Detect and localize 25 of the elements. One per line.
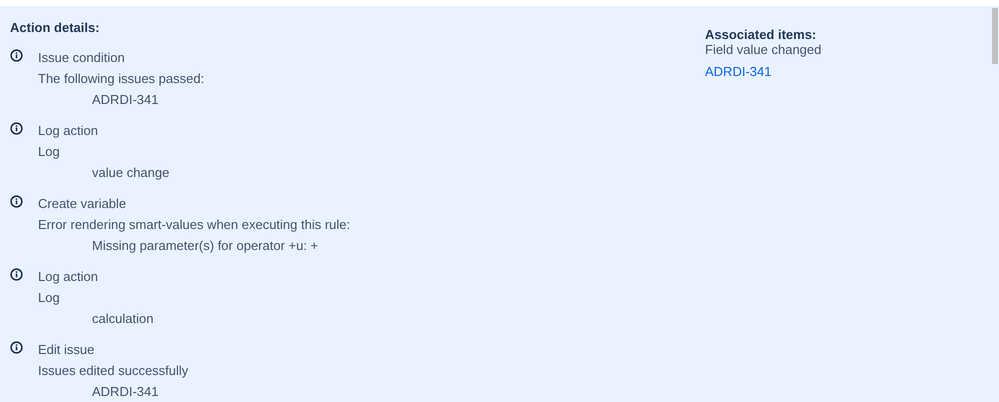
trigger-text: Field value changed bbox=[705, 42, 822, 57]
info-icon bbox=[10, 49, 23, 62]
action-title: Log action bbox=[38, 122, 99, 140]
action-value: ADRDI-341 bbox=[91, 91, 160, 109]
action-title: Create variable bbox=[38, 195, 128, 213]
issue-link[interactable]: ADRDI-341 bbox=[705, 64, 772, 79]
action-value: ADRDI-341 bbox=[91, 383, 160, 401]
action-detail: Issues edited successfully bbox=[38, 362, 190, 380]
info-icon bbox=[10, 122, 23, 135]
action-value: calculation bbox=[91, 310, 154, 328]
action-value: Missing parameter(s) for operator +u: + bbox=[91, 237, 320, 255]
action-value: value change bbox=[91, 164, 170, 182]
section-heading: Action details: bbox=[10, 20, 101, 35]
action-detail: Log bbox=[38, 289, 61, 307]
action-title: Log action bbox=[38, 268, 99, 286]
action-detail: The following issues passed: bbox=[38, 70, 206, 88]
section-heading: Associated items: bbox=[705, 27, 818, 42]
action-detail: Error rendering smart-values when executing this rule: bbox=[38, 216, 352, 234]
info-icon bbox=[10, 268, 23, 281]
scrollbar-thumb[interactable] bbox=[992, 8, 998, 64]
action-title: Issue condition bbox=[38, 49, 126, 67]
action-detail: Log bbox=[38, 143, 61, 161]
action-title: Edit issue bbox=[38, 341, 96, 359]
info-icon bbox=[10, 195, 23, 208]
info-icon bbox=[10, 341, 23, 354]
